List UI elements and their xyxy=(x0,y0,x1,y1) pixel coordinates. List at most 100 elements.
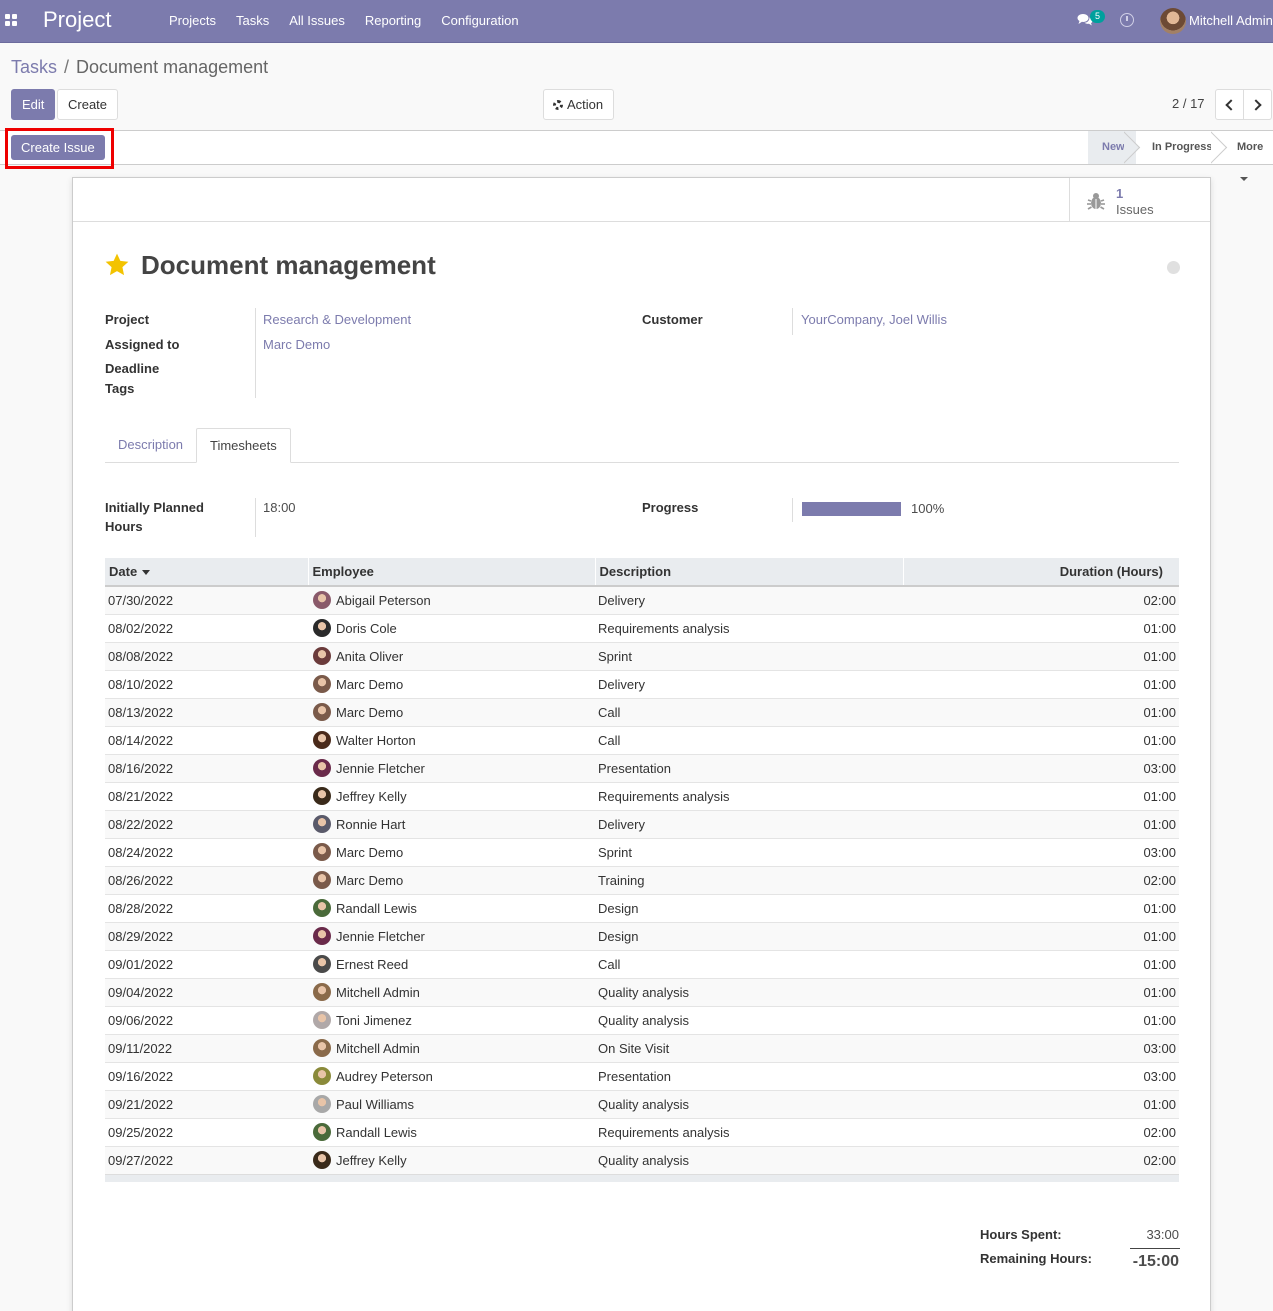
top-navbar: Project Projects Tasks All Issues Report… xyxy=(0,0,1273,43)
employee-avatar xyxy=(313,899,331,917)
field-divider xyxy=(255,308,256,398)
user-menu-name[interactable]: Mitchell Admin xyxy=(1189,13,1273,28)
cell-description: Sprint xyxy=(595,641,903,670)
menu-item-projects[interactable]: Projects xyxy=(159,0,226,43)
planned-hours-label-line1: Initially Planned xyxy=(105,500,204,515)
pager-previous-button[interactable] xyxy=(1215,89,1244,120)
table-row[interactable]: 08/10/2022 Marc Demo Delivery 01:00 xyxy=(105,669,1179,698)
menu-item-all-issues[interactable]: All Issues xyxy=(279,0,355,43)
menu-item-reporting[interactable]: Reporting xyxy=(355,0,431,43)
cell-employee: Walter Horton xyxy=(308,725,595,754)
cell-employee: Paul Williams xyxy=(308,1089,595,1118)
cell-date: 08/02/2022 xyxy=(105,613,308,642)
table-header-row: Date Employee Description Duration (Hour… xyxy=(105,558,1179,587)
column-header-duration[interactable]: Duration (Hours) xyxy=(902,558,1179,587)
bug-icon xyxy=(1087,193,1105,210)
table-row[interactable]: 08/29/2022 Jennie Fletcher Design 01:00 xyxy=(105,921,1179,950)
table-row[interactable]: 08/02/2022 Doris Cole Requirements analysi… xyxy=(105,613,1179,642)
employee-name: Walter Horton xyxy=(336,733,416,748)
cell-date: 09/27/2022 xyxy=(105,1145,308,1174)
edit-button[interactable]: Edit xyxy=(11,89,56,120)
column-header-employee[interactable]: Employee xyxy=(307,558,595,587)
hours-spent-value: 33:00 xyxy=(1146,1227,1179,1242)
create-issue-button[interactable]: Create Issue xyxy=(11,135,105,160)
table-row[interactable]: 07/30/2022 Abigail Peterson Delivery 02:00 xyxy=(105,585,1179,614)
cell-employee: Mitchell Admin xyxy=(308,977,595,1006)
cell-date: 09/25/2022 xyxy=(105,1117,308,1146)
table-row[interactable]: 08/24/2022 Marc Demo Sprint 03:00 xyxy=(105,837,1179,866)
project-field[interactable]: Research & Development xyxy=(263,312,411,327)
employee-name: Ronnie Hart xyxy=(336,817,406,832)
menu-item-configuration[interactable]: Configuration xyxy=(431,0,528,43)
cell-description: Requirements analysis xyxy=(595,781,903,810)
column-header-description[interactable]: Description xyxy=(594,558,903,587)
employee-avatar xyxy=(313,1067,331,1085)
gear-icon xyxy=(553,100,563,110)
column-header-date[interactable]: Date xyxy=(105,558,308,587)
cell-date: 08/29/2022 xyxy=(105,921,308,950)
user-avatar[interactable] xyxy=(1160,8,1186,34)
table-row[interactable]: 09/16/2022 Audrey Peterson Presentation 03:… xyxy=(105,1061,1179,1090)
table-row[interactable]: 08/21/2022 Jeffrey Kelly Requirements anal… xyxy=(105,781,1179,810)
caret-down-icon xyxy=(1240,177,1248,181)
employee-name: Marc Demo xyxy=(336,705,404,720)
progress-bar xyxy=(802,502,901,516)
employee-name: Jeffrey Kelly xyxy=(336,1153,407,1168)
cell-date: 08/22/2022 xyxy=(105,809,308,838)
table-row[interactable]: 09/21/2022 Paul Williams Quality analysis 0… xyxy=(105,1089,1179,1118)
cell-employee: Abigail Peterson xyxy=(308,585,595,614)
assigned-to-field[interactable]: Marc Demo xyxy=(263,337,330,352)
employee-name: Jennie Fletcher xyxy=(336,761,425,776)
cell-description: Requirements analysis xyxy=(595,613,903,642)
menu-item-tasks[interactable]: Tasks xyxy=(226,0,279,43)
tab-timesheets[interactable]: Timesheets xyxy=(196,428,291,463)
tab-description[interactable]: Description xyxy=(105,428,196,463)
stage-in-progress[interactable]: In Progress xyxy=(1136,131,1223,164)
table-row[interactable]: 09/25/2022 Randall Lewis Requirements anal… xyxy=(105,1117,1179,1146)
employee-avatar xyxy=(313,1095,331,1113)
employee-avatar xyxy=(313,983,331,1001)
table-row[interactable]: 09/04/2022 Mitchell Admin Quality analysis… xyxy=(105,977,1179,1006)
table-row[interactable]: 08/08/2022 Anita Oliver Sprint 01:00 xyxy=(105,641,1179,670)
table-row[interactable]: 08/26/2022 Marc Demo Training 02:00 xyxy=(105,865,1179,894)
table-row[interactable]: 08/22/2022 Ronnie Hart Delivery 01:00 xyxy=(105,809,1179,838)
cell-employee: Jennie Fletcher xyxy=(308,921,595,950)
table-row[interactable]: 09/27/2022 Jeffrey Kelly Quality analysis 0… xyxy=(105,1145,1179,1174)
employee-avatar xyxy=(313,591,331,610)
cell-duration: 01:00 xyxy=(903,949,1179,978)
table-row[interactable]: 09/01/2022 Ernest Reed Call 01:00 xyxy=(105,949,1179,978)
main-menu: Projects Tasks All Issues Reporting Conf… xyxy=(159,0,529,43)
cell-description: Presentation xyxy=(595,753,903,782)
kanban-state-icon[interactable] xyxy=(1167,261,1180,274)
cell-duration: 03:00 xyxy=(903,1061,1179,1090)
table-row[interactable]: 08/13/2022 Marc Demo Call 01:00 xyxy=(105,697,1179,726)
action-button[interactable]: Action xyxy=(543,89,615,120)
notebook-tabs: Description Timesheets xyxy=(105,428,1179,463)
pager-next-button[interactable] xyxy=(1243,89,1272,120)
activity-clock-icon[interactable] xyxy=(1120,13,1134,27)
employee-avatar xyxy=(313,703,331,721)
table-row[interactable]: 08/14/2022 Walter Horton Call 01:00 xyxy=(105,725,1179,754)
create-button[interactable]: Create xyxy=(57,89,119,120)
cell-employee: Doris Cole xyxy=(308,613,595,642)
apps-menu-icon[interactable] xyxy=(5,14,18,27)
employee-name: Mitchell Admin xyxy=(336,985,420,1000)
cell-date: 08/10/2022 xyxy=(105,669,308,698)
cell-date: 09/21/2022 xyxy=(105,1089,308,1118)
stage-more-dropdown[interactable]: More xyxy=(1223,131,1273,181)
pager-value[interactable]: 2 / 17 xyxy=(1172,96,1205,111)
cell-date: 09/01/2022 xyxy=(105,949,308,978)
star-icon[interactable] xyxy=(104,252,130,278)
breadcrumb: Tasks / Document management xyxy=(11,57,268,78)
table-row[interactable]: 09/11/2022 Mitchell Admin On Site Visit 03:… xyxy=(105,1033,1179,1062)
cell-description: Sprint xyxy=(595,837,903,866)
employee-avatar xyxy=(313,731,331,749)
table-row[interactable]: 08/28/2022 Randall Lewis Design 01:00 xyxy=(105,893,1179,922)
issues-smart-button[interactable]: 1 Issues xyxy=(1069,178,1210,221)
table-row[interactable]: 08/16/2022 Jennie Fletcher Presentation 03:… xyxy=(105,753,1179,782)
table-row[interactable]: 09/06/2022 Toni Jimenez Quality analysis 01… xyxy=(105,1005,1179,1034)
cell-description: Training xyxy=(595,865,903,894)
cell-description: Delivery xyxy=(595,585,903,614)
breadcrumb-tasks-link[interactable]: Tasks xyxy=(11,57,57,77)
customer-field[interactable]: YourCompany, Joel Willis xyxy=(801,312,947,327)
